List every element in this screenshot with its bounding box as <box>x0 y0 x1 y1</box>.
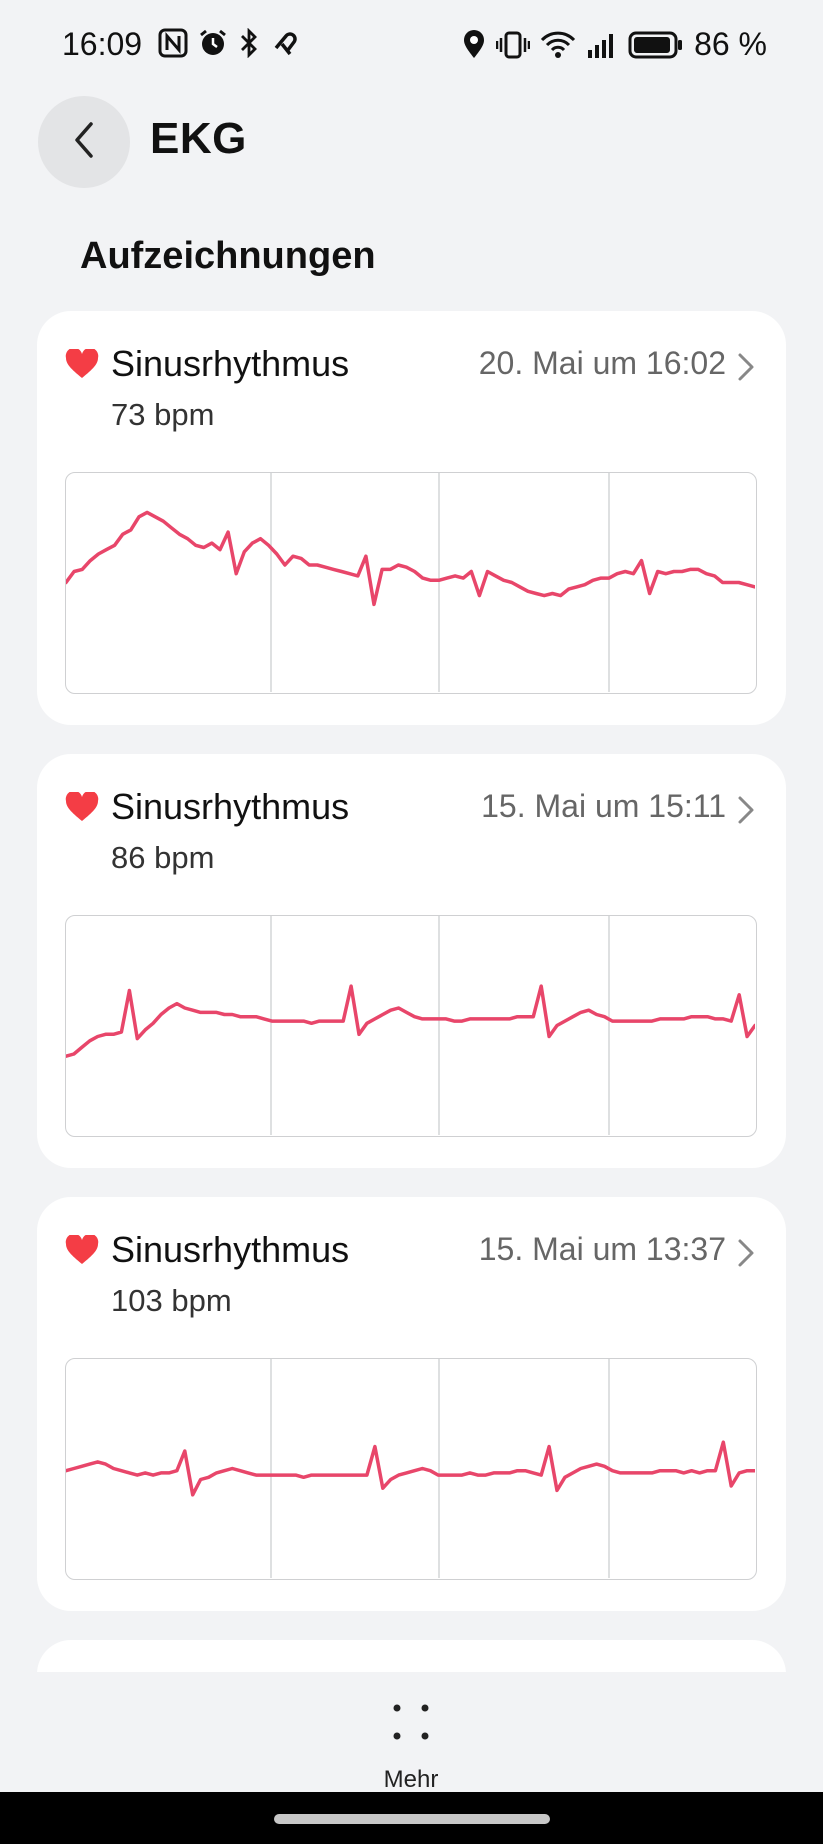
bluetooth-icon <box>238 28 260 58</box>
ecg-strip <box>65 472 757 694</box>
link-icon <box>270 28 302 58</box>
heart-icon <box>65 347 99 384</box>
heart-icon <box>65 1233 99 1270</box>
heart-icon <box>65 790 99 827</box>
record-bpm: 103 bpm <box>111 1283 232 1318</box>
more-button[interactable]: Mehr <box>361 1682 461 1793</box>
ecg-waveform <box>66 1440 755 1497</box>
battery-percentage: 86 % <box>694 26 767 62</box>
back-button[interactable] <box>38 96 130 188</box>
record-date: 15. Mai um 15:11 <box>481 788 726 824</box>
record-title: Sinusrhythmus <box>111 786 350 827</box>
location-icon <box>462 29 486 60</box>
record-title: Sinusrhythmus <box>111 343 350 384</box>
alarm-icon <box>198 28 228 58</box>
chevron-right-icon <box>736 351 756 388</box>
record-title: Sinusrhythmus <box>111 1229 350 1270</box>
system-nav-bar <box>0 1792 823 1844</box>
page-title: EKG <box>150 114 247 163</box>
nfc-icon <box>158 28 188 58</box>
bottom-bar: Mehr <box>0 1672 823 1793</box>
section-title: Aufzeichnungen <box>80 235 376 277</box>
record-bpm: 73 bpm <box>111 397 215 432</box>
status-right-icons: 86 % <box>462 26 767 63</box>
wifi-icon <box>540 30 576 60</box>
status-bar: 16:09 86 % <box>0 0 823 90</box>
vibrate-icon <box>496 30 531 60</box>
record-date: 15. Mai um 13:37 <box>478 1231 726 1267</box>
status-time: 16:09 <box>62 26 143 62</box>
record-bpm: 86 bpm <box>111 840 215 875</box>
signal-icon <box>586 30 618 60</box>
ecg-strip <box>65 915 757 1137</box>
status-left-icons <box>158 28 302 58</box>
battery-icon <box>628 30 684 60</box>
record-card[interactable]: Sinusrhythmus 15. Mai um 13:37 103 bpm <box>37 1197 786 1611</box>
chevron-left-icon <box>69 120 99 165</box>
more-label: Mehr <box>383 1766 439 1793</box>
record-card[interactable]: Sinusrhythmus 20. Mai um 16:02 73 bpm <box>37 311 786 725</box>
ecg-waveform <box>66 510 755 607</box>
record-card[interactable]: Sinusrhythmus 15. Mai um 15:11 86 bpm <box>37 754 786 1168</box>
ecg-strip <box>65 1358 757 1580</box>
ecg-waveform <box>66 984 755 1058</box>
chevron-right-icon <box>736 1237 756 1274</box>
record-date: 20. Mai um 16:02 <box>478 345 726 381</box>
more-dots-icon <box>391 1702 431 1747</box>
home-handle[interactable] <box>274 1814 550 1824</box>
chevron-right-icon <box>736 794 756 831</box>
